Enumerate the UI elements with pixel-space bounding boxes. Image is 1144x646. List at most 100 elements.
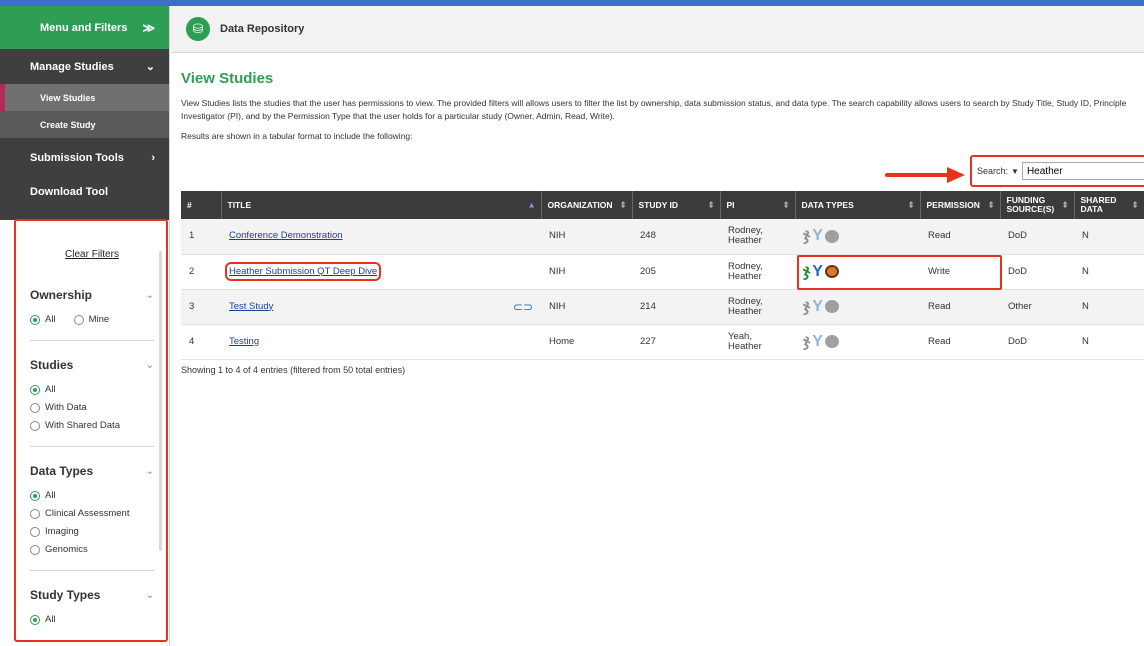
study-title-link[interactable]: Heather Submission QT Deep Dive (224, 261, 382, 281)
cell-data-types: ჯY (795, 219, 920, 255)
search-label: Search: (977, 166, 1009, 176)
cell-pi: Rodney, Heather (720, 289, 795, 325)
ownership-title: Ownership (30, 288, 93, 302)
main-content: View Studies View Studies lists the stud… (181, 70, 1141, 141)
sort-icon: ⇕ (707, 200, 715, 210)
studies-filter-header[interactable]: Studies ⌄ (30, 358, 154, 372)
sidebar-item-manage-studies[interactable]: Manage Studies ⌄ (0, 49, 169, 84)
chevron-down-icon: ⌄ (145, 61, 155, 73)
option-label: Clinical Assessment (45, 508, 130, 519)
chevron-down-icon: ⌄ (145, 359, 154, 371)
sidebar-item-submission-tools[interactable]: Submission Tools › (0, 138, 169, 178)
cell-data-types: ჯY (795, 324, 920, 360)
cell-org: Home (541, 324, 632, 360)
radio-checked-icon[interactable] (30, 384, 40, 395)
menu-filters-header[interactable]: Menu and Filters ≫ (0, 6, 169, 49)
cell-num: 3 (181, 289, 221, 325)
data-types-filter-header[interactable]: Data Types ⌄ (30, 464, 154, 478)
cell-pi: Yeah, Heather (720, 324, 795, 360)
option-label: Mine (88, 314, 110, 325)
cell-shared: N (1074, 219, 1144, 255)
filters-scrollbar[interactable] (159, 251, 162, 551)
cell-permission: Read (920, 324, 1000, 360)
data-types-filter: Data Types ⌄ All Clinical Assessment Ima… (30, 464, 154, 571)
study-types-option-all[interactable]: All (30, 614, 154, 625)
col-header-permission[interactable]: PERMISSION ⇕ (920, 191, 1001, 219)
option-label: All (45, 490, 56, 501)
table-row: 1 Conference Demonstration NIH 248 Rodne… (181, 219, 1144, 255)
col-header-pi[interactable]: PI ⇕ (720, 191, 796, 219)
clear-filters-link[interactable]: Clear Filters (30, 249, 154, 260)
study-title-link[interactable]: Test Study (229, 301, 273, 312)
col-header-data-types[interactable]: DATA TYPES ⇕ (795, 191, 921, 219)
option-label: With Shared Data (45, 420, 120, 431)
chevron-right-icon: › (151, 152, 155, 164)
paperclip-icon[interactable]: ⊂⊃ (513, 301, 533, 313)
study-types-filter-header[interactable]: Study Types ⌄ (30, 588, 154, 602)
table-row: 4 Testing Home 227 Yeah, Heather ჯY Read… (181, 324, 1144, 360)
sort-icon: ⇕ (907, 200, 915, 210)
menu-filters-label: Menu and Filters (40, 21, 128, 34)
download-tool-label: Download Tool (30, 186, 109, 198)
chevron-down-icon: ⌄ (145, 289, 154, 301)
studies-title: Studies (30, 358, 74, 372)
sidebar-item-download-tool[interactable]: Download Tool (0, 178, 169, 208)
brain-icon (824, 300, 839, 313)
studies-option-shared[interactable]: With Shared Data (30, 420, 154, 431)
chevron-down-icon: ⌄ (145, 465, 154, 477)
option-label: All (45, 314, 56, 325)
radio-icon[interactable] (30, 508, 40, 519)
double-chevron-icon[interactable]: ≫ (142, 21, 155, 35)
radio-checked-icon[interactable] (30, 614, 40, 625)
cell-study-id: 214 (632, 289, 720, 325)
col-header-funding[interactable]: FUNDING SOURCE(S) ⇕ (1000, 191, 1075, 219)
header-label: DATA TYPES (801, 199, 854, 210)
cell-data-types: ჯY (795, 289, 920, 325)
dna-icon: ჯ (803, 332, 811, 350)
option-label: Genomics (45, 544, 88, 555)
ownership-option-mine[interactable]: Mine (73, 314, 110, 325)
manage-studies-label: Manage Studies (30, 60, 114, 73)
header-label: PERMISSION (926, 199, 980, 210)
col-header-shared[interactable]: SHARED DATA ⇕ (1074, 191, 1144, 219)
studies-option-with-data[interactable]: With Data (30, 402, 154, 413)
radio-icon[interactable] (30, 402, 40, 413)
sidebar-item-view-studies[interactable]: View Studies (0, 84, 169, 111)
arrow-to-search-icon (885, 167, 965, 183)
sort-icon: ⇕ (619, 200, 627, 210)
radio-icon[interactable] (73, 314, 84, 325)
cell-org: NIH (541, 289, 632, 325)
studies-option-all[interactable]: All (30, 384, 154, 395)
sort-icon: ⇕ (1131, 200, 1139, 210)
cell-pi: Rodney, Heather (720, 219, 795, 255)
radio-checked-icon[interactable] (30, 490, 40, 501)
search-input[interactable] (1021, 162, 1144, 180)
radio-icon[interactable] (30, 526, 40, 537)
col-header-title[interactable]: TITLE ▲ (221, 191, 542, 219)
filters-panel: Clear Filters Ownership ⌄ All Mine Studi… (14, 219, 168, 642)
col-header-study-id[interactable]: STUDY ID ⇕ (632, 191, 721, 219)
header-label: ORGANIZATION (547, 199, 613, 210)
radio-icon[interactable] (30, 544, 40, 555)
study-types-filter: Study Types ⌄ All (30, 588, 154, 625)
data-types-option-all[interactable]: All (30, 490, 154, 501)
caret-down-icon[interactable]: ▼ (1011, 167, 1019, 176)
radio-icon[interactable] (30, 420, 40, 431)
study-title-link[interactable]: Conference Demonstration (229, 230, 343, 241)
data-types-option-imaging[interactable]: Imaging (30, 526, 154, 537)
col-header-num[interactable]: # (181, 191, 222, 219)
data-types-option-clinical[interactable]: Clinical Assessment (30, 508, 154, 519)
col-header-organization[interactable]: ORGANIZATION ⇕ (541, 191, 633, 219)
study-title-link[interactable]: Testing (229, 336, 259, 347)
data-types-option-genomics[interactable]: Genomics (30, 544, 154, 555)
option-label: With Data (45, 402, 87, 413)
ownership-filter-header[interactable]: Ownership ⌄ (30, 288, 154, 302)
dna-icon: ჯ (803, 227, 811, 245)
table-row: 3 Test Study ⊂⊃ NIH 214 Rodney, Heather ჯ… (181, 289, 1144, 325)
radio-checked-icon[interactable] (30, 314, 40, 325)
table-header-row: # TITLE ▲ ORGANIZATION ⇕ STUDY ID ⇕ PI ⇕ DAT… (181, 191, 1144, 219)
header-label: # (187, 199, 192, 210)
sidebar-item-create-study[interactable]: Create Study (0, 111, 169, 138)
cell-study-id: 227 (632, 324, 720, 360)
ownership-option-all[interactable]: All (30, 314, 56, 325)
